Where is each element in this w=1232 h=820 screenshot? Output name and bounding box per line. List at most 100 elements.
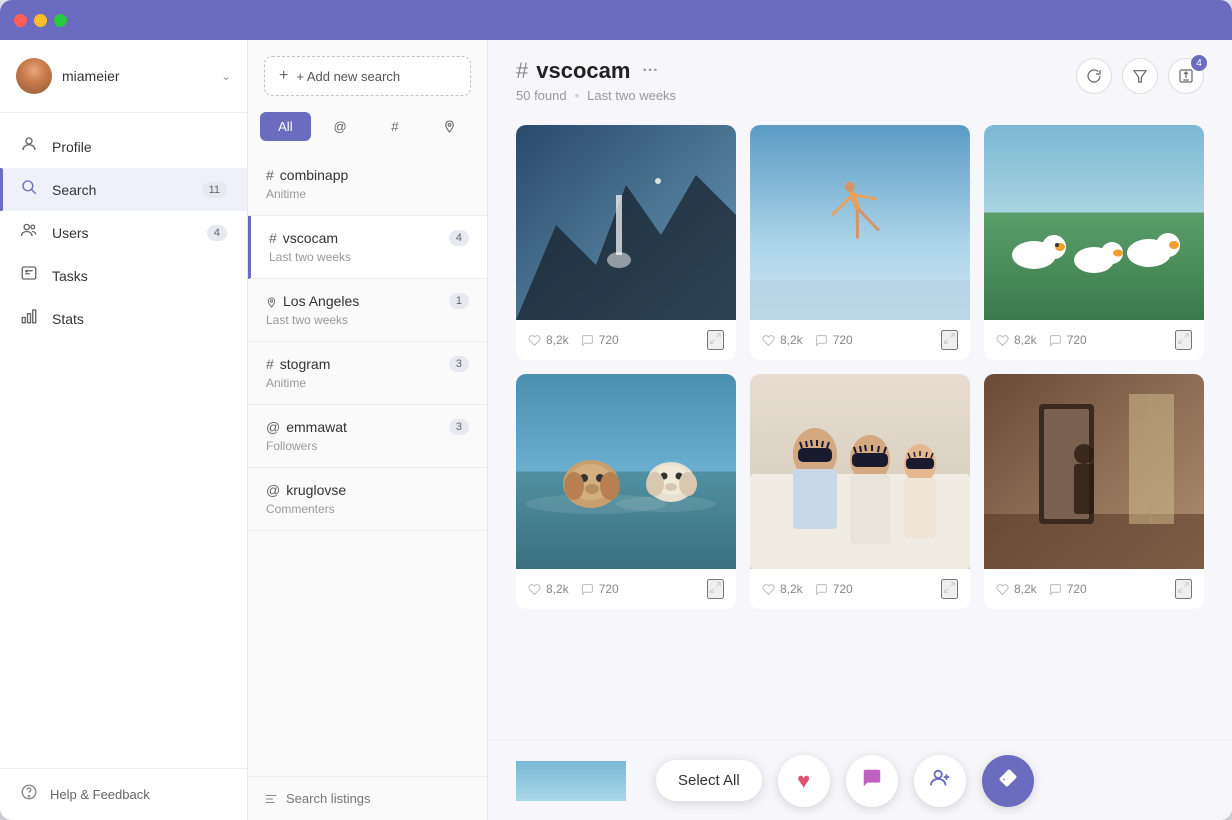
likes-count: 8,2k	[780, 582, 803, 596]
comments-count: 720	[599, 333, 619, 347]
hash-prefix: #	[516, 58, 528, 84]
likes-count: 8,2k	[1014, 333, 1037, 347]
expand-button[interactable]	[1175, 579, 1192, 599]
comment-stat: 720	[815, 333, 853, 347]
sidebar-item-profile[interactable]: Profile	[0, 125, 247, 168]
like-stat: 8,2k	[996, 582, 1037, 596]
export-badge: 4	[1191, 55, 1207, 71]
filter-tab-all[interactable]: All	[260, 112, 311, 141]
bottom-preview-image	[516, 741, 626, 820]
filter-button[interactable]	[1122, 58, 1158, 94]
comments-count: 720	[599, 582, 619, 596]
minimize-button[interactable]	[34, 14, 47, 27]
expand-button[interactable]	[707, 579, 724, 599]
sidebar-item-label: Profile	[52, 139, 227, 155]
titlebar	[0, 0, 1232, 40]
nav-menu: Profile Search 11	[0, 113, 247, 768]
main-subtitle: 50 found • Last two weeks	[516, 88, 676, 103]
tasks-icon	[20, 264, 38, 287]
search-item-kruglovse[interactable]: @ kruglovse Commenters	[248, 468, 487, 531]
main-actions: 4	[1076, 58, 1204, 94]
search-item-stogram[interactable]: # stogram 3 Anitime	[248, 342, 487, 405]
more-options-icon[interactable]: ···	[642, 62, 658, 80]
like-stat: 8,2k	[528, 582, 569, 596]
expand-button[interactable]	[941, 579, 958, 599]
image-footer: 8,2k 720	[750, 320, 970, 360]
sidebar-item-tasks[interactable]: Tasks	[0, 254, 247, 297]
search-item-vscocam[interactable]: # vscocam 4 Last two weeks	[248, 216, 487, 279]
expand-button[interactable]	[941, 330, 958, 350]
search-item-name: # combinapp	[266, 167, 348, 183]
image-footer: 8,2k 720	[750, 569, 970, 609]
filter-tab-at[interactable]: @	[315, 112, 366, 141]
search-item-sub: Commenters	[266, 502, 469, 516]
image-thumb-3	[984, 125, 1204, 320]
user-header[interactable]: miameier ⌄	[0, 40, 247, 113]
image-card-4: 8,2k 720	[516, 374, 736, 609]
comment-stat: 720	[1049, 333, 1087, 347]
search-item-name: @ emmawat	[266, 419, 347, 435]
search-item-sub: Anitime	[266, 376, 469, 390]
image-footer: 8,2k 720	[984, 320, 1204, 360]
stogram-count: 3	[449, 356, 469, 372]
person-icon	[20, 135, 38, 158]
comments-count: 720	[1067, 333, 1087, 347]
image-card-5: 8,2k 720	[750, 374, 970, 609]
close-button[interactable]	[14, 14, 27, 27]
search-item-losangeles[interactable]: Los Angeles 1 Last two weeks	[248, 279, 487, 342]
sidebar-item-users[interactable]: Users 4	[0, 211, 247, 254]
help-feedback-item[interactable]: Help & Feedback	[0, 768, 247, 820]
expand-button[interactable]	[1175, 330, 1192, 350]
losangeles-count: 1	[449, 293, 469, 309]
follow-action-button[interactable]	[914, 755, 966, 807]
comment-stat: 720	[581, 582, 619, 596]
timeframe-label: Last two weeks	[587, 88, 676, 103]
comments-count: 720	[1067, 582, 1087, 596]
image-card-6: 8,2k 720	[984, 374, 1204, 609]
image-card-1: 8,2k 720	[516, 125, 736, 360]
image-grid: 8,2k 720	[488, 113, 1232, 740]
sidebar-item-label: Users	[52, 225, 193, 241]
select-all-button[interactable]: Select All	[656, 760, 762, 801]
refresh-button[interactable]	[1076, 58, 1112, 94]
select-all-label: Select All	[678, 772, 740, 789]
search-item-emmawat[interactable]: @ emmawat 3 Followers	[248, 405, 487, 468]
search-item-name: # vscocam	[269, 230, 338, 246]
sidebar: miameier ⌄ Profile	[0, 40, 248, 820]
main-header: # vscocam ··· 50 found • Last two weeks	[488, 40, 1232, 113]
add-search-button[interactable]: + + Add new search	[264, 56, 471, 96]
filter-tab-hash[interactable]: #	[370, 112, 421, 141]
search-listings-label: Search listings	[286, 791, 371, 806]
search-item-sub: Followers	[266, 439, 469, 453]
filter-tab-location[interactable]	[424, 112, 475, 141]
maximize-button[interactable]	[54, 14, 67, 27]
tag-action-button[interactable]	[982, 755, 1034, 807]
like-stat: 8,2k	[762, 333, 803, 347]
heart-action-button[interactable]: ♥	[778, 755, 830, 807]
stats-icon	[20, 307, 38, 330]
sidebar-item-stats[interactable]: Stats	[0, 297, 247, 340]
plus-icon: +	[279, 67, 288, 85]
users-badge: 4	[207, 225, 227, 241]
add-search-label: + Add new search	[296, 69, 400, 84]
heart-icon: ♥	[797, 768, 810, 794]
search-item-combinapp[interactable]: # combinapp Anitime	[248, 153, 487, 216]
users-icon	[20, 221, 38, 244]
expand-button[interactable]	[707, 330, 724, 350]
like-stat: 8,2k	[996, 333, 1037, 347]
chevron-down-icon: ⌄	[221, 69, 231, 83]
sidebar-item-search[interactable]: Search 11	[0, 168, 247, 211]
image-footer: 8,2k 720	[516, 569, 736, 609]
comment-action-button[interactable]	[846, 755, 898, 807]
sidebar-item-label: Search	[52, 182, 188, 198]
image-card-2: 8,2k 720	[750, 125, 970, 360]
emmawat-count: 3	[449, 419, 469, 435]
vscocam-count: 4	[449, 230, 469, 246]
search-list: # combinapp Anitime # vscocam 4	[248, 153, 487, 776]
search-listings-footer[interactable]: Search listings	[248, 776, 487, 820]
help-feedback-label: Help & Feedback	[50, 787, 150, 802]
image-card-3: 8,2k 720	[984, 125, 1204, 360]
comment-stat: 720	[1049, 582, 1087, 596]
export-button[interactable]: 4	[1168, 58, 1204, 94]
search-badge: 11	[202, 182, 227, 198]
